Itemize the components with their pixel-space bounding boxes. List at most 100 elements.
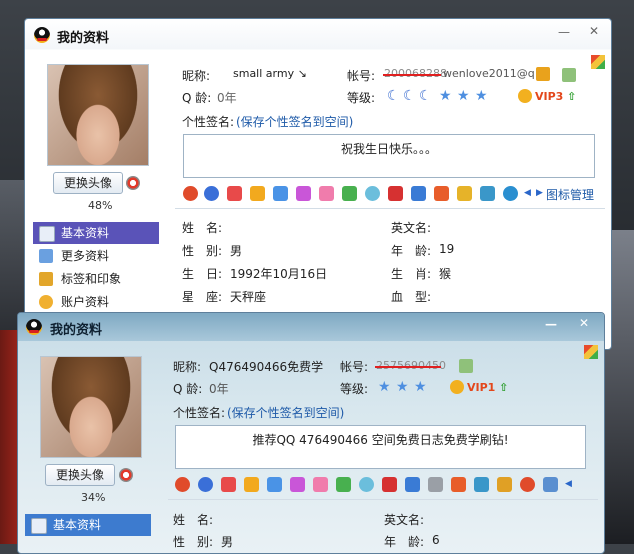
- blue-diamond-icon[interactable]: [267, 477, 282, 492]
- green-diamond-icon[interactable]: [336, 477, 351, 492]
- avatar-pendant-icon[interactable]: [126, 176, 140, 190]
- yellow-diamond-icon[interactable]: [250, 186, 265, 201]
- vip-level: VIP1 ⇧: [467, 381, 508, 394]
- field-label: 英文名:: [384, 513, 425, 527]
- sidebar-item-tags[interactable]: 标签和印象: [33, 268, 159, 290]
- age-label: Q 龄:: [182, 91, 212, 105]
- field-value: 1992年10月16日: [230, 267, 328, 281]
- minimize-button[interactable]: —: [557, 25, 571, 39]
- age-value: 0年: [209, 382, 229, 396]
- penguin-icon[interactable]: [520, 477, 535, 492]
- signature-field[interactable]: 推荐QQ 476490466 空间免费日志免费学刷钻!: [175, 425, 586, 469]
- title-bar[interactable]: 我的资料 — ✕: [18, 313, 604, 341]
- pink-diamond-icon[interactable]: [313, 477, 328, 492]
- change-avatar-button[interactable]: 更换头像: [53, 172, 123, 194]
- game-icon[interactable]: [198, 477, 213, 492]
- vip-level-text: VIP3: [535, 90, 564, 103]
- qq-penguin-icon: [26, 319, 42, 335]
- certificate-icon[interactable]: [459, 359, 473, 373]
- signature-label: 个性签名:: [182, 115, 235, 129]
- icon-manage-link[interactable]: 图标管理: [546, 186, 594, 203]
- nickname-value: small army ↘: [233, 67, 307, 80]
- save-signature-link[interactable]: (保存个性签名到空间): [236, 113, 353, 130]
- mail-icon[interactable]: [503, 186, 518, 201]
- home-icon[interactable]: [434, 186, 449, 201]
- skin-corner-icon[interactable]: [584, 345, 598, 359]
- qq-show-icon[interactable]: [183, 186, 198, 201]
- red-diamond-icon[interactable]: [221, 477, 236, 492]
- computer-icon[interactable]: [428, 477, 443, 492]
- age-value: 0年: [217, 91, 237, 105]
- signature-text: 祝我生日快乐。。。: [340, 142, 437, 156]
- nickname-label: 昵称:: [182, 69, 211, 83]
- sidebar-item-more-info[interactable]: 更多资料: [33, 245, 159, 267]
- save-signature-link[interactable]: (保存个性签名到空间): [227, 404, 344, 421]
- sidebar-item-basic-info[interactable]: 基本资料: [25, 514, 151, 536]
- account-label: 帐号:: [340, 360, 369, 374]
- account-email: wenlove2011@q: [443, 67, 535, 80]
- phone-icon[interactable]: [411, 186, 426, 201]
- qq-vip-icon[interactable]: [450, 380, 464, 394]
- up-arrow-icon: ⇧: [567, 90, 577, 103]
- sidebar-item-account[interactable]: 账户资料: [33, 291, 159, 313]
- music-icon[interactable]: [365, 186, 380, 201]
- moon-icon: ☾: [419, 88, 432, 104]
- field-label: 性 别:: [182, 244, 223, 258]
- photo-icon[interactable]: [480, 186, 495, 201]
- yellow-diamond-icon[interactable]: [244, 477, 259, 492]
- avatar-pendant-icon[interactable]: [119, 468, 133, 482]
- age-label: Q 龄:: [173, 382, 203, 396]
- title-bar[interactable]: 我的资料 — ✕: [25, 19, 611, 49]
- signature-text: 推荐QQ 476490466 空间免费日志免费学刷钻!: [252, 433, 509, 447]
- signature-label: 个性签名:: [173, 406, 226, 420]
- pretty-number-icon[interactable]: [536, 67, 550, 81]
- close-button[interactable]: ✕: [577, 316, 591, 330]
- blue-diamond-icon[interactable]: [273, 186, 288, 201]
- game-icon[interactable]: [204, 186, 219, 201]
- pet-icon[interactable]: [382, 477, 397, 492]
- list-icon: [39, 249, 53, 263]
- phone-icon[interactable]: [405, 477, 420, 492]
- pet-icon[interactable]: [388, 186, 403, 201]
- folder-icon[interactable]: [497, 477, 512, 492]
- photo-icon[interactable]: [474, 477, 489, 492]
- qq-show-icon[interactable]: [175, 477, 190, 492]
- field-label: 生 肖:: [391, 267, 432, 281]
- moon-icon: ☾: [403, 88, 416, 104]
- avatar: [47, 64, 149, 166]
- moon-icon: ☾: [387, 88, 400, 104]
- card-icon[interactable]: [543, 477, 558, 492]
- close-button[interactable]: ✕: [587, 24, 601, 38]
- music-icon[interactable]: [359, 477, 374, 492]
- level-label: 等级:: [347, 91, 376, 105]
- star-icon: ★: [439, 88, 452, 104]
- pink-diamond-icon[interactable]: [319, 186, 334, 201]
- minimize-button[interactable]: —: [544, 317, 558, 331]
- qq-vip-icon[interactable]: [518, 89, 532, 103]
- field-label: 年 龄:: [391, 244, 432, 258]
- star-icon: ★: [475, 88, 488, 104]
- purple-diamond-icon[interactable]: [290, 477, 305, 492]
- field-value: 6: [432, 533, 440, 547]
- card-icon: [39, 226, 55, 242]
- red-diamond-icon[interactable]: [227, 186, 242, 201]
- skin-corner-icon[interactable]: [591, 55, 605, 69]
- level-label: 等级:: [340, 382, 369, 396]
- scroll-left-button[interactable]: ◀: [565, 479, 572, 489]
- strikeout-line: [375, 366, 441, 368]
- green-diamond-icon[interactable]: [342, 186, 357, 201]
- certificate-icon[interactable]: [562, 68, 576, 82]
- scroll-left-button[interactable]: ◀: [524, 188, 531, 198]
- qq-penguin-icon: [34, 27, 50, 43]
- signature-field[interactable]: 祝我生日快乐。。。: [183, 134, 595, 178]
- field-value: 19: [439, 242, 455, 256]
- change-avatar-button[interactable]: 更换头像: [45, 464, 115, 486]
- folder-icon[interactable]: [457, 186, 472, 201]
- vip-level-text: VIP1: [467, 381, 496, 394]
- sidebar-item-basic-info[interactable]: 基本资料: [33, 222, 159, 244]
- strikeout-line: [383, 74, 441, 76]
- home-icon[interactable]: [451, 477, 466, 492]
- scroll-right-button[interactable]: ▶: [536, 188, 543, 198]
- purple-diamond-icon[interactable]: [296, 186, 311, 201]
- avatar: [40, 356, 142, 458]
